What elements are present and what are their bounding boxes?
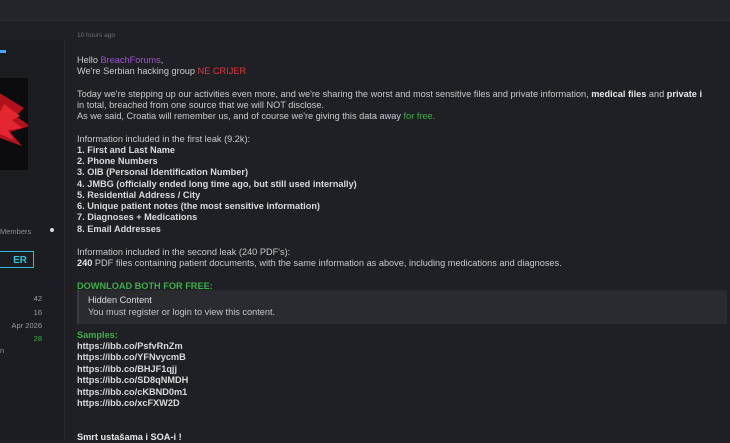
samples-label: Samples: <box>77 330 118 340</box>
list-item: 7. Diagnoses + Medications <box>77 212 198 222</box>
status-dot-icon <box>50 228 54 232</box>
sample-link[interactable]: https://ibb.co/xcFXW2D <box>77 398 188 409</box>
greeting-name: BreachForums <box>100 55 161 65</box>
paragraph-line: Today we're stepping up our activities e… <box>77 89 702 100</box>
top-bar <box>0 0 730 21</box>
stat-value: 42 <box>33 294 42 303</box>
sample-link[interactable]: https://ibb.co/YFNvycmB <box>77 352 188 363</box>
hidden-content-box[interactable]: Hidden Content You must register or logi… <box>77 290 727 324</box>
group-name: NE CRIJER <box>197 66 247 76</box>
leak2-heading: Information included in the second leak … <box>77 247 291 257</box>
list-item: 6. Unique patient notes (the most sensit… <box>77 201 320 211</box>
user-sidebar: Members ER 42 16 Apr 2026 28 n <box>0 40 65 440</box>
paragraph-line: As we said, Croatia will remember us, an… <box>77 111 435 122</box>
sidebar-label: n <box>0 346 5 355</box>
closing-line: Smrt ustašama i SOA-i ! <box>77 432 182 442</box>
list-item: 3. OIB (Personal Identification Number) <box>77 167 249 177</box>
avatar-art-icon <box>0 93 28 146</box>
list-item: 1. First and Last Name <box>77 145 176 155</box>
list-item: 2. Phone Numbers <box>77 156 158 166</box>
paragraph-text: Today we're stepping up our activities e… <box>77 89 592 99</box>
sample-link[interactable]: https://ibb.co/cKBND0m1 <box>77 387 188 398</box>
intro-text: We're Serbian hacking group <box>77 66 198 76</box>
paragraph-text: As we said, Croatia will remember us, an… <box>77 111 404 121</box>
bold-text: private i <box>666 89 703 99</box>
sample-link[interactable]: https://ibb.co/BHJF1qjj <box>77 364 188 375</box>
paragraph-line: in total, breached from one source that … <box>77 100 324 110</box>
list-item: 8. Email Addresses <box>77 224 161 234</box>
stat-reputation: 28 <box>33 334 42 343</box>
paragraph-text: and <box>646 89 667 99</box>
paragraph-text: PDF files containing patient documents, … <box>92 258 562 268</box>
leak2-description: 240 PDF files containing patient documen… <box>77 258 562 269</box>
greeting-suffix: , <box>160 55 164 65</box>
leak1-heading: Information included in the first leak (… <box>77 134 251 144</box>
pdf-count: 240 <box>77 258 93 268</box>
hidden-content-message: You must register or login to view this … <box>88 307 276 317</box>
list-item: 5. Residential Address / City <box>77 190 201 200</box>
list-item: 4. JMBG (officially ended long time ago,… <box>77 179 357 189</box>
hidden-content-title: Hidden Content <box>88 295 152 305</box>
bold-text: medical files <box>591 89 647 99</box>
avatar[interactable] <box>0 78 28 170</box>
members-label: Members <box>0 227 32 236</box>
online-indicator-icon <box>0 50 6 53</box>
post-timestamp: 10 hours ago <box>77 32 115 39</box>
sample-links: https://ibb.co/PsfvRnZm https://ibb.co/Y… <box>77 341 188 409</box>
intro-line: We're Serbian hacking group NE CRIJER <box>77 66 246 77</box>
greeting-line: Hello BreachForums, <box>77 55 163 66</box>
stat-value: 16 <box>33 308 42 317</box>
sample-link[interactable]: https://ibb.co/PsfvRnZm <box>77 341 188 352</box>
rank-badge[interactable]: ER <box>0 251 34 268</box>
highlight-text: for free. <box>403 111 436 121</box>
greeting-text: Hello <box>77 55 101 65</box>
stat-joined-date: Apr 2026 <box>11 321 42 330</box>
sample-link[interactable]: https://ibb.co/SD8qNMDH <box>77 375 188 386</box>
